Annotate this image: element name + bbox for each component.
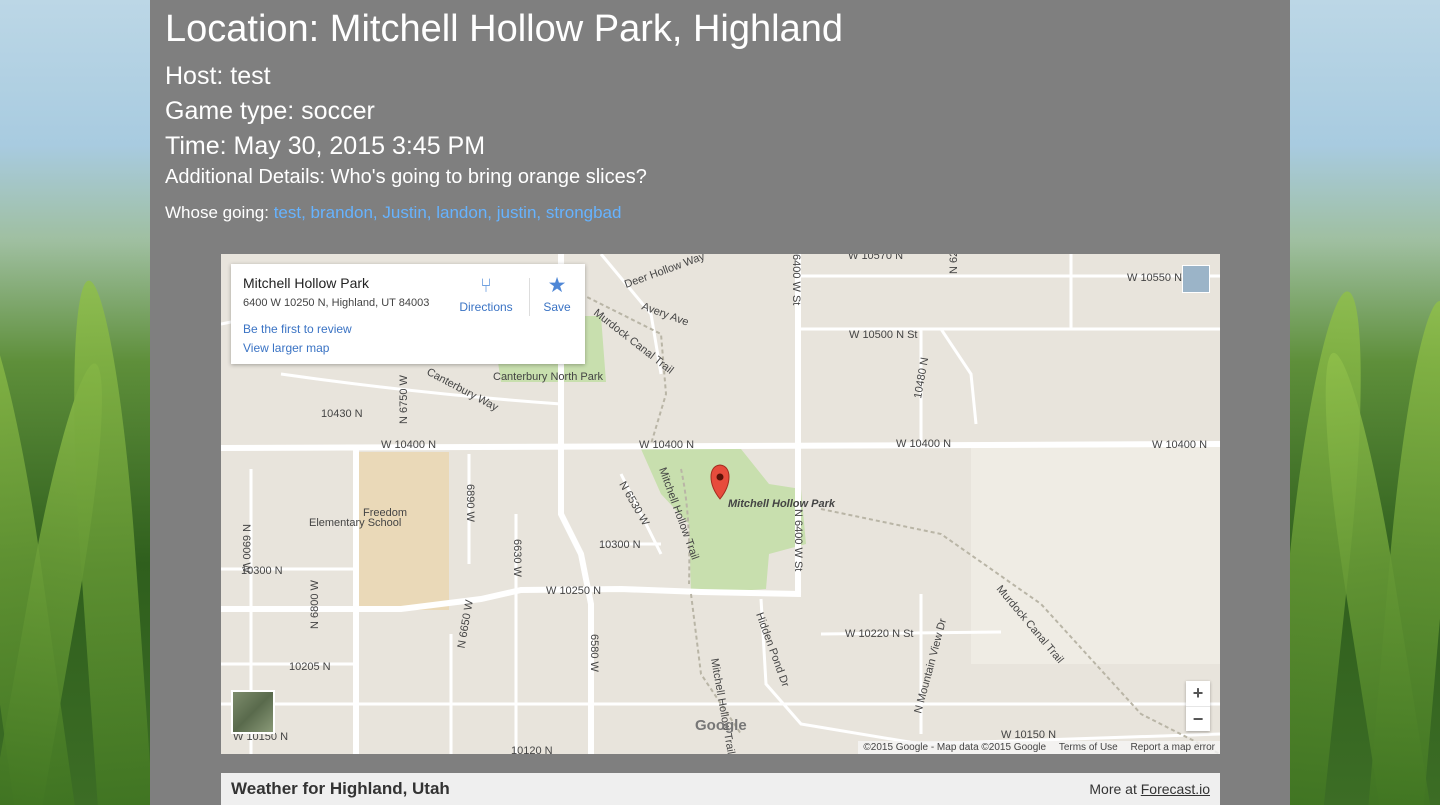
map-copyright: ©2015 Google - Map data ©2015 Google <box>863 742 1047 753</box>
review-link[interactable]: Be the first to review <box>243 322 352 336</box>
place-infobox: Mitchell Hollow Park 6400 W 10250 N, Hig… <box>231 264 585 364</box>
map-street-label: W 10570 N <box>848 254 903 262</box>
map-street-label: 10120 N <box>511 745 553 754</box>
map-street-label: 6400 W St <box>790 254 802 305</box>
directions-label: Directions <box>459 300 513 314</box>
game-type-line: Game type: soccer <box>165 97 375 125</box>
whose-going-line: Whose going: test, brandon, Justin, land… <box>165 203 621 223</box>
google-logo: Google <box>695 717 747 734</box>
report-error-link[interactable]: Report a map error <box>1131 742 1215 753</box>
map-street-label: W 10400 N <box>896 438 951 450</box>
zoom-out-button[interactable]: − <box>1186 707 1210 732</box>
whose-going-label: Whose going: <box>165 203 269 222</box>
map-street-label: Hidden Pond Dr <box>753 611 791 689</box>
forecast-link[interactable]: Forecast.io <box>1141 781 1210 797</box>
background-left <box>0 0 150 805</box>
view-larger-map-link[interactable]: View larger map <box>243 341 329 355</box>
map-street-label: W 10400 N <box>1152 439 1207 451</box>
marker-label: Mitchell Hollow Park <box>728 498 836 510</box>
map-street-label: Avery Ave <box>640 301 690 329</box>
map-street-label: 10480 N <box>912 356 931 399</box>
infobox-divider <box>529 278 530 316</box>
map-street-label: Mitchell Hollow Trail <box>708 657 737 754</box>
map-street-label: 6890 W <box>464 484 476 523</box>
map-street-label: 10300 N <box>599 539 641 551</box>
map-street-label: Canterbury North Park <box>493 371 604 383</box>
map-street-label: N 6750 W <box>398 374 410 424</box>
weather-more-prefix: More at <box>1089 781 1137 797</box>
map-street-label: 10430 N <box>321 408 363 420</box>
map-street-label: W 10400 N <box>381 439 436 451</box>
attendee-links[interactable]: test, brandon, Justin, landon, justin, s… <box>274 203 622 222</box>
satellite-toggle[interactable] <box>231 690 275 734</box>
terms-link[interactable]: Terms of Use <box>1059 742 1118 753</box>
details-line: Additional Details: Who's going to bring… <box>165 166 647 188</box>
map-street-label: 6580 W <box>588 634 600 673</box>
map-street-label: W 10250 N <box>546 585 601 597</box>
place-address: 6400 W 10250 N, Highland, UT 84003 <box>243 297 430 309</box>
map-attribution: ©2015 Google - Map data ©2015 Google Ter… <box>858 741 1220 754</box>
save-label: Save <box>543 300 571 314</box>
map-street-label: Canterbury Way <box>425 366 501 414</box>
map-street-label: 10205 N <box>289 661 331 673</box>
map-street-label: 6630 W <box>511 539 523 578</box>
save-button[interactable]: ★ Save <box>536 272 578 314</box>
map-street-label: Deer Hollow Way <box>623 254 707 291</box>
map-street-label: W 10220 N St <box>845 628 913 640</box>
directions-button[interactable]: ⑂ Directions <box>456 272 516 314</box>
weather-widget: Weather for Highland, Utah More at Forec… <box>221 773 1220 805</box>
map-street-label: W 10400 N <box>639 439 694 451</box>
place-name: Mitchell Hollow Park <box>243 275 370 291</box>
map-street-label: N 6250 W St <box>948 254 960 274</box>
map-street-label: W 10500 N St <box>849 329 917 341</box>
time-line: Time: May 30, 2015 3:45 PM <box>165 132 486 160</box>
background-right <box>1290 0 1440 805</box>
map-street-label: N 6800 W <box>309 579 321 629</box>
star-icon: ★ <box>547 274 567 297</box>
map-street-label: Elementary School <box>309 517 401 529</box>
map-street-label: 10300 N <box>241 565 283 577</box>
map-street-label: W 10150 N <box>1001 729 1056 741</box>
game-panel: Location: Mitchell Hollow Park, Highland… <box>150 0 1290 805</box>
zoom-in-button[interactable]: + <box>1186 681 1210 706</box>
zoom-control: + − <box>1186 681 1210 731</box>
google-map[interactable]: Deer Hollow Way Avery Ave Murdock Canal … <box>221 254 1220 754</box>
street-view-pegman-icon[interactable] <box>1182 265 1210 293</box>
map-street-label: N 6650 W <box>456 598 476 649</box>
weather-more: More at Forecast.io <box>1089 781 1210 797</box>
host-line: Host: test <box>165 62 271 90</box>
weather-title: Weather for Highland, Utah <box>231 779 450 798</box>
page-title: Location: Mitchell Hollow Park, Highland <box>165 8 843 50</box>
map-street-label: N 6530 W <box>616 480 651 529</box>
map-street-label: W 10550 N <box>1127 272 1182 284</box>
directions-icon: ⑂ <box>480 275 492 297</box>
map-street-label: N 6400 W St <box>792 509 804 571</box>
